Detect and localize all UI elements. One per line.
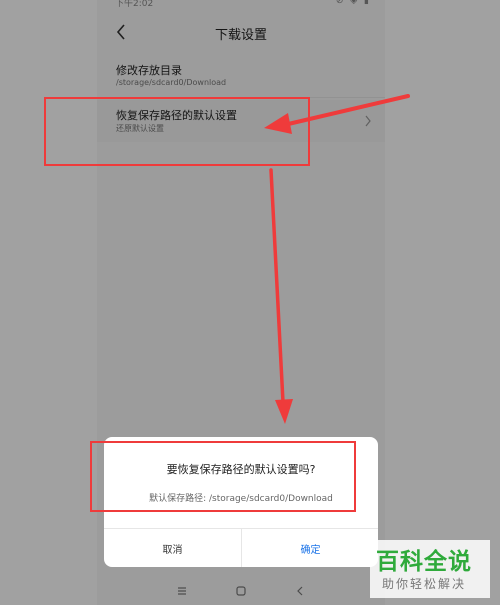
highlight-box-dialog xyxy=(90,441,356,512)
watermark-title: 百科全说 xyxy=(376,549,472,575)
confirm-button[interactable]: 确定 xyxy=(242,529,378,567)
cancel-button[interactable]: 取消 xyxy=(104,529,241,567)
watermark-logo: 百科全说 助你轻松解决 xyxy=(370,540,490,598)
watermark-subtitle: 助你轻松解决 xyxy=(382,577,467,591)
highlight-box-setting xyxy=(44,97,310,166)
